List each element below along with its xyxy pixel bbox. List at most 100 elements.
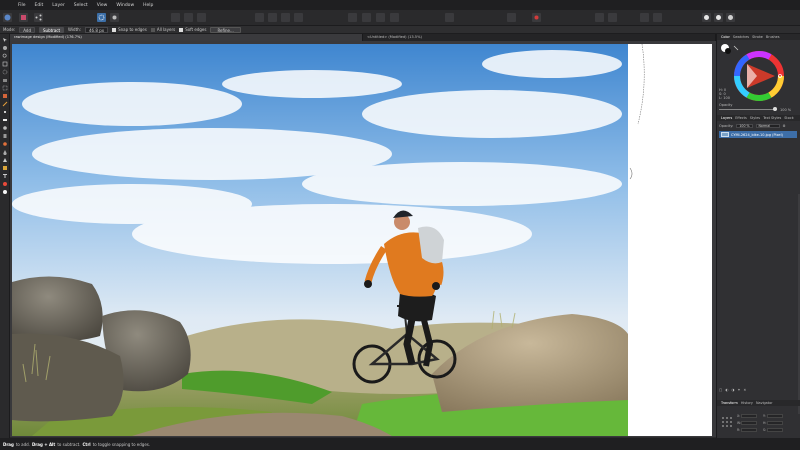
photo-mountain-biker[interactable] [12, 44, 628, 436]
tab-effects[interactable]: Effects [735, 116, 747, 120]
arrange-icon[interactable] [294, 13, 303, 22]
selection-brush-icon[interactable] [2, 69, 8, 75]
snap-edges-checkbox[interactable]: Snap to edges [112, 27, 147, 32]
color-picker-icon[interactable] [702, 13, 711, 22]
arrange-forward-icon[interactable] [268, 13, 277, 22]
slider-handle[interactable] [773, 107, 777, 112]
rotate-left-icon[interactable] [376, 13, 385, 22]
menu-file[interactable]: File [18, 3, 26, 8]
layer-options-row: Opacity: 100 % Normal ⚙ [719, 123, 786, 128]
settings-icon[interactable] [110, 13, 119, 22]
menu-window[interactable]: Window [116, 3, 134, 8]
dodge-tool-icon[interactable] [2, 125, 8, 131]
gradient-tool-icon[interactable] [2, 181, 8, 187]
status-bar: Drag to add. Drag + Alt to subtract. Ctr… [0, 438, 800, 450]
share-icon[interactable] [34, 13, 43, 22]
move-tool-icon[interactable] [2, 37, 8, 43]
canvas[interactable] [10, 41, 716, 437]
view-mode-icon[interactable] [653, 13, 662, 22]
right-panel: Color Swatches Stroke Brushes H: 0 S: 0 … [716, 34, 800, 438]
transform-w-input[interactable] [741, 421, 757, 425]
tab-layers[interactable]: Layers [721, 116, 732, 120]
add-layer-icon[interactable]: ▢ [719, 388, 722, 392]
anchor-grid-icon[interactable] [721, 416, 733, 428]
lock-icon[interactable]: ⚙ [783, 124, 786, 128]
assistant-icon[interactable] [640, 13, 649, 22]
transform-y-input[interactable] [767, 414, 783, 418]
all-layers-checkbox[interactable]: All layers [150, 27, 175, 32]
paint-brush-icon[interactable] [2, 101, 8, 107]
mode-subtract-button[interactable]: Subtract [39, 26, 65, 33]
crop-tool-icon[interactable] [2, 61, 8, 67]
refine-selection-icon[interactable] [532, 13, 541, 22]
inpainting-tool-icon[interactable] [2, 141, 8, 147]
tab-swatches[interactable]: Swatches [733, 35, 749, 39]
text-tool-icon[interactable] [2, 173, 8, 179]
marquee-icon[interactable] [2, 85, 8, 91]
transform-h-input[interactable] [767, 421, 783, 425]
tab-text-styles[interactable]: Text Styles [763, 116, 781, 120]
layer-opacity-input[interactable]: 100 % [736, 123, 753, 128]
flip-horizontal-icon[interactable] [348, 13, 357, 22]
selection-brush-tool-icon[interactable] [97, 13, 106, 22]
menu-view[interactable]: View [97, 3, 108, 8]
liquify-persona-icon[interactable] [19, 13, 28, 22]
view-tool-icon[interactable] [2, 45, 8, 51]
width-input[interactable]: 46.8 px [85, 26, 109, 33]
text-frame-icon[interactable] [445, 13, 454, 22]
zoom-tool-icon[interactable] [2, 53, 8, 59]
transform-r-input[interactable] [741, 428, 757, 432]
align-center-icon[interactable] [184, 13, 193, 22]
snapping-options-icon[interactable] [608, 13, 617, 22]
rotate-right-icon[interactable] [390, 13, 399, 22]
adjustment-icon[interactable]: ◑ [731, 388, 734, 392]
erase-tool-icon[interactable] [2, 117, 8, 123]
arrange-front-icon[interactable] [281, 13, 290, 22]
flip-vertical-icon[interactable] [362, 13, 371, 22]
tab-styles[interactable]: Styles [750, 116, 760, 120]
tab-document-2[interactable]: <Untitled> (Modified) (13.5%) [363, 34, 716, 41]
tab-brushes[interactable]: Brushes [766, 35, 780, 39]
clone-tool-icon[interactable] [2, 133, 8, 139]
user-icon[interactable] [726, 13, 735, 22]
delete-layer-icon[interactable]: ✕ [743, 388, 746, 392]
refine-button[interactable]: Refine... [210, 26, 241, 33]
blend-mode-select[interactable]: Normal [755, 123, 780, 128]
color-picker-tool-icon[interactable] [2, 93, 8, 99]
menu-select[interactable]: Select [74, 3, 88, 8]
transform-s-input[interactable] [767, 428, 783, 432]
mode-add-button[interactable]: Add [19, 26, 35, 33]
tab-history[interactable]: History [741, 401, 753, 405]
blur-tool-icon[interactable] [2, 149, 8, 155]
quick-mask-icon[interactable] [507, 13, 516, 22]
pen-tool-icon[interactable] [2, 157, 8, 163]
shape-tool-icon[interactable] [2, 165, 8, 171]
tab-transform[interactable]: Transform [721, 401, 738, 405]
arrange-back-icon[interactable] [255, 13, 264, 22]
opacity-label: Opacity [719, 102, 733, 107]
mask-icon[interactable]: ◐ [725, 388, 728, 392]
photo-persona-icon[interactable] [3, 13, 12, 22]
tab-stroke[interactable]: Stroke [752, 35, 763, 39]
snapping-icon[interactable] [595, 13, 604, 22]
soft-edges-checkbox[interactable]: Soft edges [179, 27, 206, 32]
menu-edit[interactable]: Edit [35, 3, 44, 8]
tab-stock[interactable]: Stock [784, 116, 793, 120]
align-right-icon[interactable] [197, 13, 206, 22]
flood-select-icon[interactable] [2, 77, 8, 83]
transform-x-input[interactable] [741, 414, 757, 418]
brush-mode-icon[interactable] [714, 13, 723, 22]
fx-icon[interactable]: ✦ [737, 388, 740, 392]
swatch-color-icon[interactable] [2, 189, 8, 195]
tab-color[interactable]: Color [721, 35, 730, 39]
status-alt-text: to subtract. [57, 441, 81, 447]
menu-layer[interactable]: Layer [52, 3, 65, 8]
pixel-tool-icon[interactable] [2, 109, 8, 115]
tab-navigator[interactable]: Navigator [756, 401, 773, 405]
tab-document-1[interactable]: rawimage design (Modified) (176.7%) [10, 34, 363, 41]
layer-item-photo[interactable]: CYMI-2624_bike-10.jpg (Pixel) [719, 131, 797, 138]
align-left-icon[interactable] [171, 13, 180, 22]
opacity-slider[interactable] [719, 107, 777, 112]
transform-x-label: X: [737, 414, 741, 418]
menu-help[interactable]: Help [143, 3, 153, 8]
